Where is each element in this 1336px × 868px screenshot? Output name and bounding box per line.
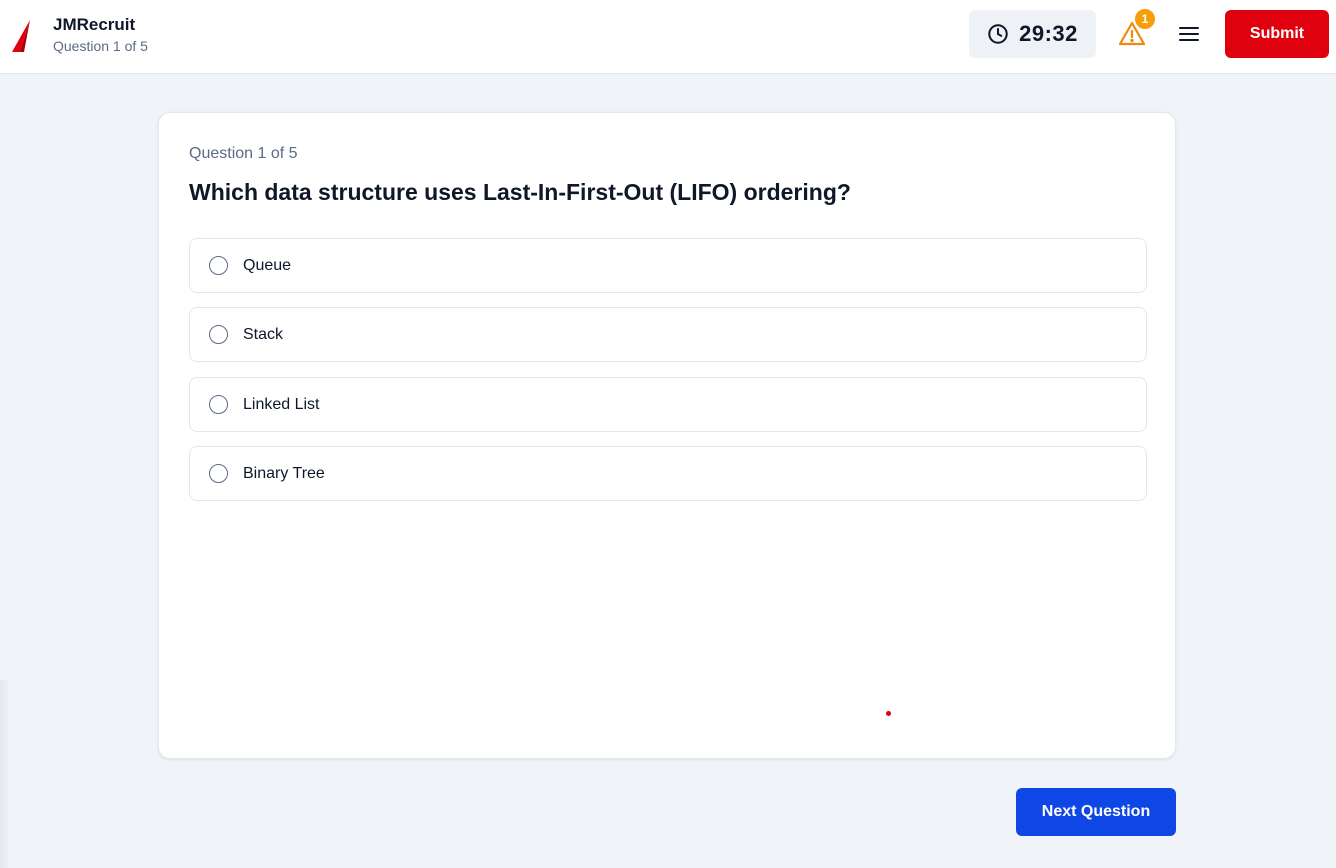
- option-binary-tree[interactable]: Binary Tree: [189, 446, 1147, 501]
- option-label: Linked List: [243, 395, 320, 413]
- option-linked-list[interactable]: Linked List: [189, 377, 1147, 432]
- jm-logo-icon: [12, 20, 30, 52]
- option-label: Binary Tree: [243, 464, 325, 482]
- option-queue[interactable]: Queue: [189, 238, 1147, 293]
- option-label: Stack: [243, 325, 284, 343]
- hamburger-menu-icon[interactable]: [1177, 22, 1201, 46]
- radio-button[interactable]: [209, 256, 228, 275]
- brand: JMRecruit Question 1 of 5: [10, 14, 148, 55]
- question-number: Question 1 of 5: [189, 145, 298, 162]
- question-progress: Question 1 of 5: [53, 38, 148, 54]
- warning-count-badge: 1: [1133, 7, 1157, 31]
- option-label: Queue: [243, 256, 292, 274]
- clock-icon: [988, 24, 1008, 44]
- radio-button[interactable]: [209, 395, 228, 414]
- countdown-timer: 29:32: [969, 10, 1096, 58]
- top-bar: JMRecruit Question 1 of 5 29:32 1 Submit: [0, 0, 1336, 74]
- question-card: Question 1 of 5 Which data structure use…: [158, 112, 1176, 759]
- edge-shadow: [0, 680, 10, 868]
- radio-button[interactable]: [209, 464, 228, 483]
- radio-button[interactable]: [209, 325, 228, 344]
- question-text: Which data structure uses Last-In-First-…: [189, 179, 851, 205]
- timer-value: 29:32: [1019, 21, 1078, 46]
- app-name: JMRecruit: [53, 15, 136, 34]
- submit-button[interactable]: Submit: [1225, 10, 1329, 58]
- next-question-button[interactable]: Next Question: [1016, 788, 1176, 836]
- option-stack[interactable]: Stack: [189, 307, 1147, 362]
- recording-dot: [886, 711, 891, 716]
